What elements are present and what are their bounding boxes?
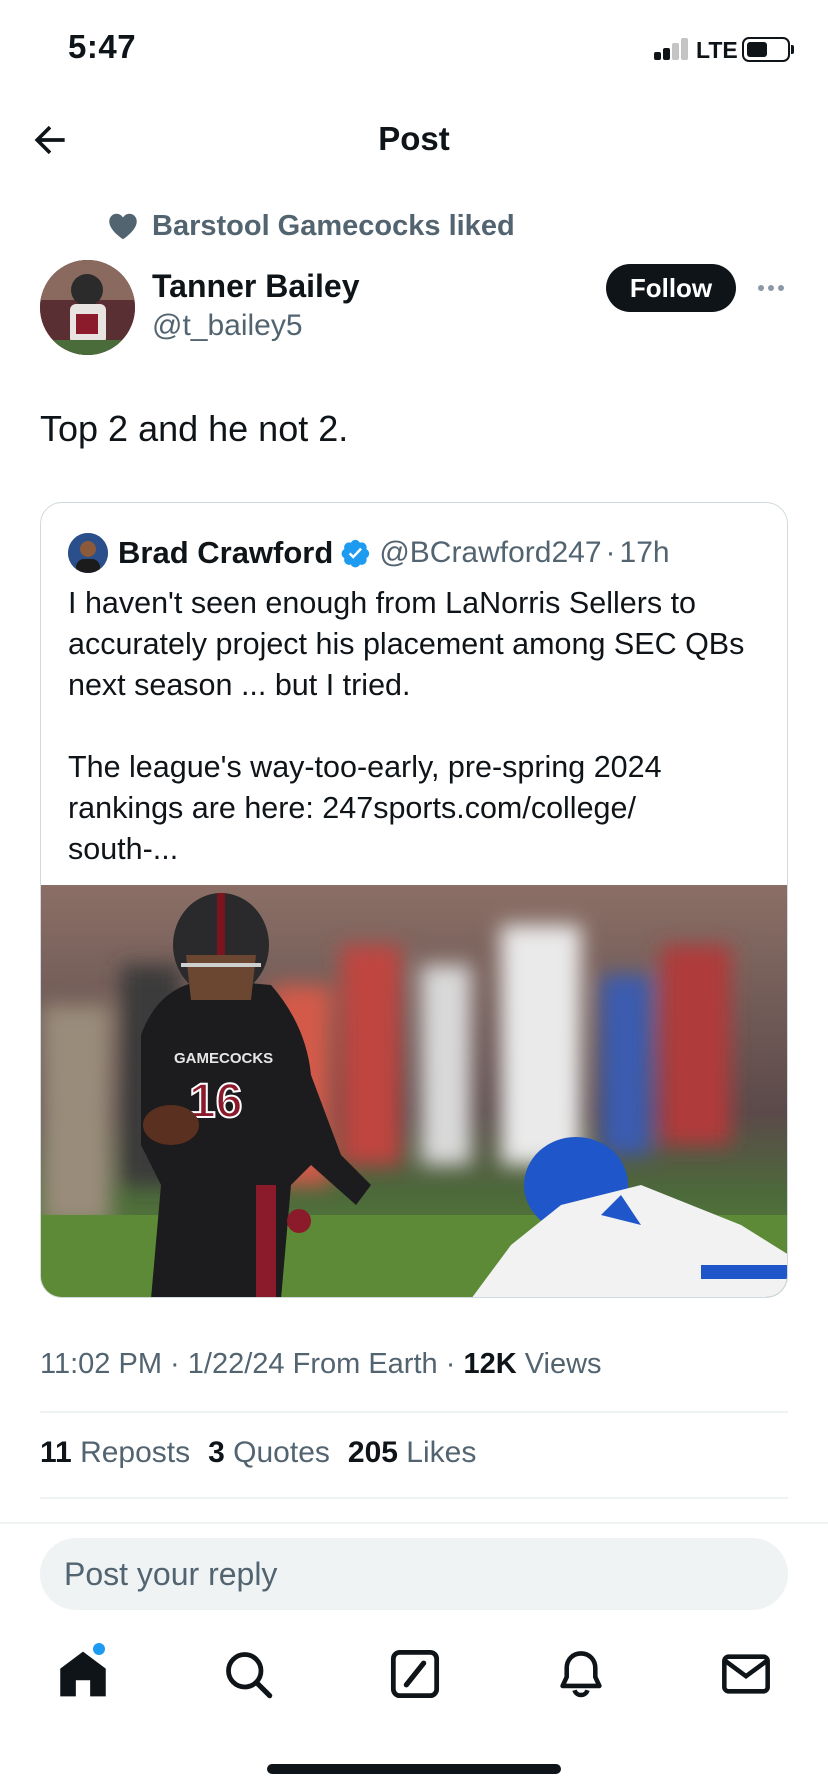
- battery-icon: [742, 37, 790, 62]
- divider: [0, 1522, 828, 1524]
- quoted-post[interactable]: Brad Crawford @BCrawford247 · 17h I have…: [40, 502, 788, 1298]
- quote-timestamp: 17h: [619, 536, 670, 569]
- views-label: Views: [524, 1348, 602, 1380]
- status-time: 5:47: [68, 28, 137, 65]
- header: Post: [0, 100, 828, 180]
- quote-header: Brad Crawford @BCrawford247 · 17h: [68, 531, 670, 575]
- search-icon[interactable]: [222, 1648, 274, 1700]
- post-date: 1/22/24: [187, 1348, 285, 1380]
- more-icon[interactable]: [756, 278, 786, 298]
- reply-box: [40, 1538, 788, 1610]
- post-time: 11:02 PM: [40, 1348, 162, 1380]
- likes-stat[interactable]: 205 Likes: [348, 1436, 476, 1470]
- quote-paragraph: The league's way-too-early, pre-spring 2…: [68, 750, 662, 866]
- tab-bar: [0, 1640, 828, 1710]
- engagement-stats: 11 Reposts 3 Quotes 205 Likes: [40, 1436, 494, 1470]
- network-label: LTE: [696, 37, 738, 63]
- quote-text: I haven't seen enough from LaNorris Sell…: [68, 583, 768, 870]
- status-bar: 5:47 LTE: [0, 0, 828, 100]
- compose-icon[interactable]: [389, 1648, 441, 1700]
- divider: [40, 1411, 788, 1413]
- social-context-label: Barstool Gamecocks liked: [152, 209, 515, 242]
- page-title: Post: [378, 120, 450, 157]
- heart-icon: [109, 213, 137, 240]
- follow-button[interactable]: Follow: [606, 264, 736, 312]
- home-indicator: [267, 1764, 561, 1774]
- reposts-stat[interactable]: 11 Reposts: [40, 1436, 190, 1470]
- messages-icon[interactable]: [720, 1648, 772, 1700]
- post-meta: 11:02 PM · 1/22/24 From Earth · 12K View…: [40, 1348, 602, 1380]
- author-name[interactable]: Tanner Bailey: [152, 268, 359, 305]
- verified-badge-icon: [341, 539, 370, 568]
- quote-paragraph: I haven't seen enough from LaNorris Sell…: [68, 586, 745, 702]
- post-source: From Earth: [292, 1348, 438, 1380]
- social-context[interactable]: Barstool Gamecocks liked: [108, 206, 515, 246]
- views-count: 12K: [463, 1348, 517, 1380]
- quote-author-handle: @BCrawford247: [379, 536, 602, 569]
- home-notification-dot: [93, 1643, 105, 1655]
- home-icon[interactable]: [57, 1648, 109, 1700]
- jersey-text: GAMECOCKS: [174, 1050, 273, 1067]
- quote-author-name: Brad Crawford: [118, 535, 334, 570]
- author-avatar[interactable]: [40, 260, 135, 355]
- author-handle[interactable]: @t_bailey5: [152, 309, 303, 343]
- quote-avatar[interactable]: [68, 533, 108, 573]
- reply-input[interactable]: [64, 1538, 764, 1610]
- tweet-text: Top 2 and he not 2.: [40, 408, 349, 449]
- notifications-icon[interactable]: [555, 1648, 607, 1700]
- avatar-image: [40, 260, 135, 355]
- divider: [40, 1497, 788, 1499]
- signal-icon: [654, 38, 690, 60]
- quotes-stat[interactable]: 3 Quotes: [208, 1436, 330, 1470]
- quote-media-image[interactable]: GAMECOCKS 16: [41, 885, 788, 1298]
